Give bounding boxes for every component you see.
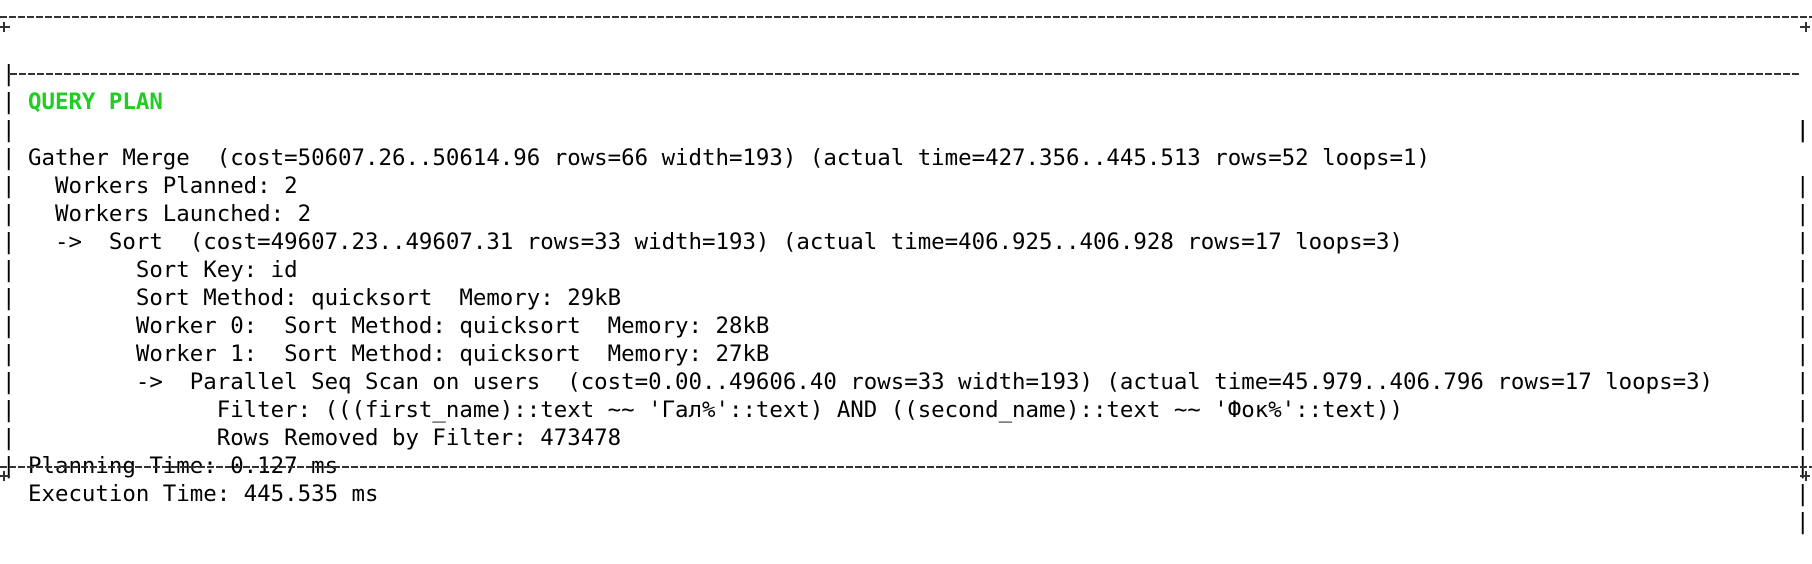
plan-line: | -> Parallel Seq Scan on users (cost=0.… xyxy=(0,312,1812,423)
plan-line: | Sort Method: quicksort Memory: 29kB | xyxy=(0,228,1812,339)
right-pipe: | xyxy=(1796,481,1810,507)
plan-line: | Filter: (((first_name)::text ~~ 'Гал%'… xyxy=(0,340,1812,451)
plan-line: | -> Sort (cost=49607.23..49607.31 rows=… xyxy=(0,172,1812,283)
plan-line: | Sort Key: id | xyxy=(0,200,1812,311)
plan-line: | Planning Time: 0.127 ms | xyxy=(0,396,1812,507)
plan-line: | Workers Launched: 2 | xyxy=(0,144,1812,255)
terminal-output: | QUERY PLAN | | | | Gather Merge (cost=… xyxy=(0,0,1812,535)
previous-output-fragment-glyphs xyxy=(0,0,1812,10)
top-border xyxy=(0,16,1812,18)
plan-line-text: Execution Time: 445.535 ms xyxy=(28,481,379,507)
plan-line: | Worker 0: Sort Method: quicksort Memor… xyxy=(0,256,1812,367)
header-row: | QUERY PLAN | xyxy=(0,32,1812,143)
bottom-right-corner xyxy=(1800,461,1810,481)
header-separator xyxy=(10,73,1800,75)
bottom-left-corner xyxy=(0,461,10,481)
plan-line: | Execution Time: 445.535 ms | xyxy=(0,424,1812,535)
top-left-corner xyxy=(0,12,10,32)
top-right-corner xyxy=(1800,12,1810,32)
plan-line: | Rows Removed by Filter: 473478 | xyxy=(0,368,1812,479)
right-pipe: | xyxy=(1796,509,1810,535)
previous-output-fragment xyxy=(0,0,1812,10)
bottom-border xyxy=(0,466,1812,468)
plan-line: | Worker 1: Sort Method: quicksort Memor… xyxy=(0,284,1812,395)
plan-line: | Workers Planned: 2 | xyxy=(0,116,1812,227)
plan-line: | Gather Merge (cost=50607.26..50614.96 … xyxy=(0,88,1812,199)
